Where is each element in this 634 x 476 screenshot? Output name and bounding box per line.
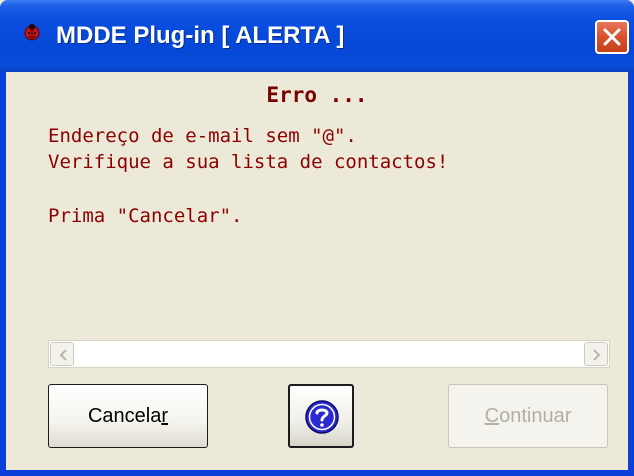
ladybug-app-icon (24, 24, 40, 41)
cancel-button[interactable]: Cancelar (48, 384, 208, 448)
chevron-left-icon (59, 349, 67, 361)
cancel-button-label: Cancela (87, 405, 162, 427)
help-button[interactable] (288, 384, 354, 448)
continue-button[interactable]: Continuar (448, 384, 608, 448)
chevron-right-icon (593, 349, 601, 361)
continue-button-label: ontinuar (499, 405, 572, 427)
error-instruction: Prima "Cancelar". (48, 205, 243, 227)
alert-window: MDDE Plug-in [ ALERTA ] Erro ... Endereç… (0, 0, 634, 476)
scroll-right-button[interactable] (584, 342, 608, 366)
close-icon (603, 28, 621, 46)
scroll-left-button[interactable] (50, 342, 74, 366)
window-title: MDDE Plug-in [ ALERTA ] (56, 22, 345, 49)
error-message-line-2: Verifique a sua lista de contactos! (48, 151, 449, 173)
question-icon (305, 400, 339, 434)
error-message-line-1: Endereço de e-mail sem "@". (48, 125, 357, 147)
error-heading: Erro ... (266, 83, 368, 107)
horizontal-scrollbar[interactable] (48, 340, 610, 368)
dialog-body: Erro ... Endereço de e-mail sem "@". Ver… (6, 72, 628, 470)
cancel-mnemonic: r (161, 405, 169, 427)
title-bar[interactable]: MDDE Plug-in [ ALERTA ] (0, 0, 634, 72)
close-button[interactable] (595, 20, 629, 54)
continue-mnemonic: C (484, 405, 500, 427)
